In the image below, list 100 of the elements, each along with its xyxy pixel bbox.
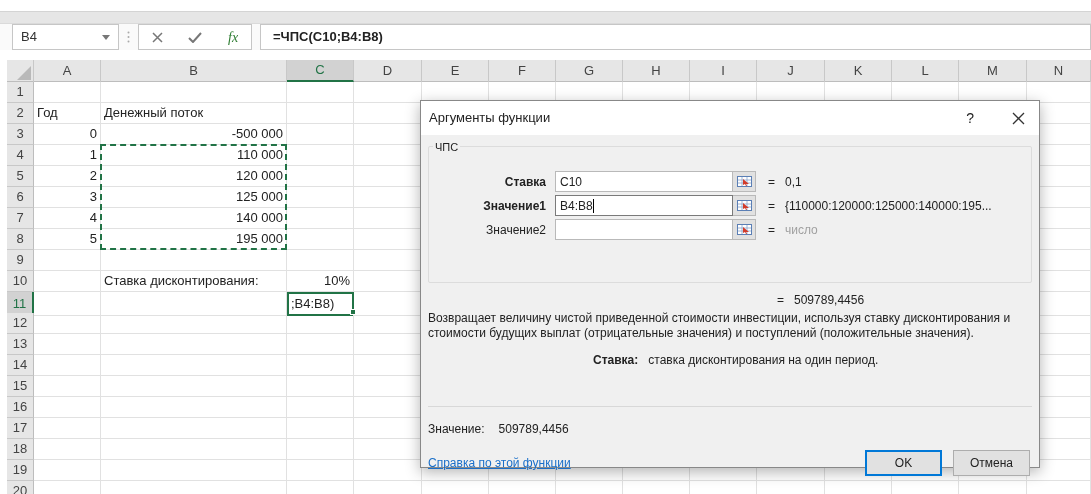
table-cell[interactable]: 5	[34, 229, 101, 250]
row-header[interactable]: 18	[7, 439, 34, 460]
table-cell[interactable]	[34, 460, 101, 481]
table-cell[interactable]: -500 000	[101, 124, 287, 145]
table-cell[interactable]: 3	[34, 187, 101, 208]
table-cell[interactable]	[101, 418, 287, 439]
column-header[interactable]: A	[34, 60, 101, 82]
table-cell[interactable]	[287, 166, 354, 187]
table-cell[interactable]	[34, 313, 101, 334]
table-cell[interactable]	[34, 292, 101, 316]
help-button[interactable]: ?	[966, 107, 974, 129]
table-cell[interactable]	[287, 229, 354, 250]
table-cell[interactable]	[34, 334, 101, 355]
column-header[interactable]: C	[287, 60, 354, 82]
row-header[interactable]: 15	[7, 376, 34, 397]
insert-function-button[interactable]: fx	[228, 26, 239, 48]
column-header[interactable]: E	[422, 60, 489, 82]
table-cell[interactable]: 140 000	[101, 208, 287, 229]
range-picker-button[interactable]	[733, 171, 756, 192]
argument-field[interactable]: B4:B8	[555, 195, 733, 216]
table-cell[interactable]	[287, 124, 354, 145]
column-header[interactable]: M	[959, 60, 1027, 82]
row-header[interactable]: 11	[7, 292, 34, 316]
table-cell[interactable]	[34, 355, 101, 376]
table-cell[interactable]	[287, 82, 354, 103]
column-header[interactable]: J	[757, 60, 825, 82]
table-cell[interactable]	[287, 460, 354, 481]
table-cell[interactable]	[34, 376, 101, 397]
column-header[interactable]: G	[556, 60, 623, 82]
table-cell[interactable]	[34, 250, 101, 271]
column-header[interactable]: D	[354, 60, 422, 82]
row-header[interactable]: 5	[7, 166, 34, 187]
row-header[interactable]: 14	[7, 355, 34, 376]
row-header[interactable]: 6	[7, 187, 34, 208]
cancel-icon[interactable]	[151, 31, 163, 43]
table-cell[interactable]	[101, 376, 287, 397]
column-header[interactable]: N	[1027, 60, 1091, 82]
table-cell[interactable]	[287, 355, 354, 376]
select-all-icon[interactable]	[17, 65, 31, 80]
row-header[interactable]: 7	[7, 208, 34, 229]
table-cell[interactable]	[287, 145, 354, 166]
dialog-button[interactable]: OK	[865, 450, 942, 476]
row-header[interactable]: 4	[7, 145, 34, 166]
table-cell[interactable]: Год	[34, 103, 101, 124]
table-cell[interactable]	[34, 82, 101, 103]
table-cell[interactable]	[34, 397, 101, 418]
column-header[interactable]: F	[489, 60, 556, 82]
table-cell[interactable]	[287, 439, 354, 460]
table-cell[interactable]: 120 000	[101, 166, 287, 187]
range-picker-button[interactable]	[733, 219, 756, 240]
table-cell[interactable]	[287, 397, 354, 418]
table-cell[interactable]: 4	[34, 208, 101, 229]
table-cell[interactable]: 195 000	[101, 229, 287, 250]
table-cell[interactable]: 1	[34, 145, 101, 166]
table-cell[interactable]	[34, 418, 101, 439]
table-cell[interactable]: Денежный поток	[101, 103, 287, 124]
column-header[interactable]: I	[690, 60, 757, 82]
row-header[interactable]: 13	[7, 334, 34, 355]
active-cell[interactable]: ;B4:B8)	[287, 292, 354, 316]
table-cell[interactable]	[34, 271, 101, 292]
table-cell[interactable]	[287, 208, 354, 229]
argument-field[interactable]	[555, 219, 733, 240]
table-cell[interactable]: 0	[34, 124, 101, 145]
range-picker-button[interactable]	[733, 195, 756, 216]
table-cell[interactable]: 125 000	[101, 187, 287, 208]
table-cell[interactable]	[287, 187, 354, 208]
formula-field[interactable]: =ЧПС(C10;B4:B8)	[260, 24, 1091, 50]
table-cell[interactable]	[101, 82, 287, 103]
help-link[interactable]: Справка по этой функции	[428, 454, 571, 472]
table-cell[interactable]	[101, 334, 287, 355]
row-header[interactable]: 8	[7, 229, 34, 250]
row-header[interactable]: 16	[7, 397, 34, 418]
table-cell[interactable]	[287, 418, 354, 439]
row-header[interactable]: 3	[7, 124, 34, 145]
table-cell[interactable]	[101, 313, 287, 334]
table-cell[interactable]: Ставка дисконтирования:	[101, 271, 287, 292]
argument-field[interactable]: C10	[555, 171, 733, 192]
column-header[interactable]: H	[623, 60, 690, 82]
column-header[interactable]: L	[892, 60, 959, 82]
row-header[interactable]: 19	[7, 460, 34, 481]
table-cell[interactable]	[101, 292, 287, 316]
column-header[interactable]: K	[825, 60, 892, 82]
table-cell[interactable]: 2	[34, 166, 101, 187]
check-icon[interactable]	[188, 31, 203, 43]
fill-handle[interactable]	[350, 309, 356, 315]
dialog-button[interactable]: Отмена	[953, 450, 1030, 476]
row-header[interactable]: 17	[7, 418, 34, 439]
table-cell[interactable]	[101, 397, 287, 418]
name-box[interactable]: B4	[12, 24, 119, 50]
table-cell[interactable]	[287, 334, 354, 355]
row-header[interactable]: 9	[7, 250, 34, 271]
table-cell[interactable]: 110 000	[101, 145, 287, 166]
row-header[interactable]: 10	[7, 271, 34, 292]
close-icon[interactable]	[1012, 111, 1025, 125]
row-header[interactable]: 2	[7, 103, 34, 124]
table-cell[interactable]	[101, 355, 287, 376]
table-cell[interactable]: 10%	[287, 271, 354, 292]
row-header[interactable]: 12	[7, 313, 34, 334]
table-cell[interactable]	[287, 376, 354, 397]
table-cell[interactable]	[287, 250, 354, 271]
